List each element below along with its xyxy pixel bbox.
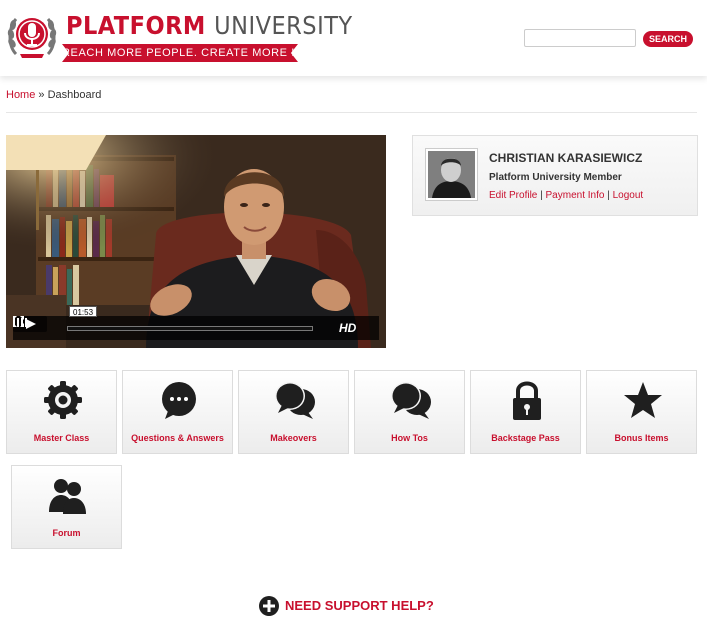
tile-label: Bonus Items (614, 433, 669, 443)
logo-title-university: UNIVERSITY (214, 11, 353, 40)
edit-profile-link[interactable]: Edit Profile (489, 190, 537, 201)
site-header: PLATFORM UNIVERSITY REACH MORE PEOPLE. C… (0, 0, 707, 76)
site-logo[interactable]: PLATFORM UNIVERSITY REACH MORE PEOPLE. C… (6, 10, 352, 64)
support-label: NEED SUPPORT HELP? (285, 598, 434, 613)
profile-name: CHRISTIAN KARASIEWICZ (489, 151, 643, 165)
payment-info-link[interactable]: Payment Info (546, 190, 605, 201)
tile-label: Master Class (33, 433, 90, 443)
breadcrumb-current: Dashboard (47, 89, 102, 101)
video-progress-bar[interactable] (67, 326, 313, 331)
link-separator: | (604, 190, 613, 201)
fullscreen-icon[interactable] (13, 316, 24, 327)
tile-label: Questions & Answers (131, 433, 224, 443)
logo-title: PLATFORM UNIVERSITY (66, 12, 353, 40)
hd-toggle[interactable]: HD (339, 320, 356, 336)
search-button[interactable]: SEARCH (643, 31, 693, 47)
users-icon (49, 479, 86, 514)
logo-tagline: REACH MORE PEOPLE. CREATE MORE IMPACT. (62, 44, 298, 62)
tile-questions-answers[interactable]: Questions & Answers (122, 370, 233, 454)
tile-label: Forum (52, 528, 81, 538)
plus-circle-icon (259, 596, 279, 616)
breadcrumb-divider (6, 112, 697, 113)
profile-links: Edit Profile | Payment Info | Logout (489, 190, 643, 201)
profile-card: CHRISTIAN KARASIEWICZ Platform Universit… (412, 135, 698, 216)
tile-label: How Tos (391, 433, 428, 443)
lock-icon (513, 381, 541, 420)
video-player[interactable]: 01:53 HD (6, 135, 386, 348)
logo-title-platform: PLATFORM (66, 11, 206, 40)
avatar-photo (428, 151, 475, 198)
tile-forum[interactable]: Forum (11, 465, 122, 549)
link-separator: | (537, 190, 546, 201)
chat-bubbles-icon (275, 382, 315, 419)
microphone-laurel-icon (7, 18, 57, 58)
breadcrumb-home-link[interactable]: Home (6, 89, 35, 101)
tile-master-class[interactable]: Master Class (6, 370, 117, 454)
tile-how-tos[interactable]: How Tos (354, 370, 465, 454)
star-icon (624, 382, 662, 418)
profile-role: Platform University Member (489, 172, 622, 183)
tile-backstage-pass[interactable]: Backstage Pass (470, 370, 581, 454)
search-input[interactable] (524, 29, 636, 47)
tile-label: Backstage Pass (491, 433, 560, 443)
chat-bubbles-icon (391, 382, 431, 419)
speech-bubble-icon (162, 382, 196, 419)
breadcrumb-separator: » (35, 89, 48, 101)
avatar (425, 148, 478, 201)
video-controls: 01:53 HD (13, 306, 379, 340)
breadcrumb: Home » Dashboard (6, 89, 101, 101)
tile-bonus-items[interactable]: Bonus Items (586, 370, 697, 454)
tile-label: Makeovers (270, 433, 317, 443)
gear-icon (44, 381, 82, 419)
video-timestamp: 01:53 (69, 306, 98, 317)
logout-link[interactable]: Logout (613, 190, 644, 201)
tile-makeovers[interactable]: Makeovers (238, 370, 349, 454)
